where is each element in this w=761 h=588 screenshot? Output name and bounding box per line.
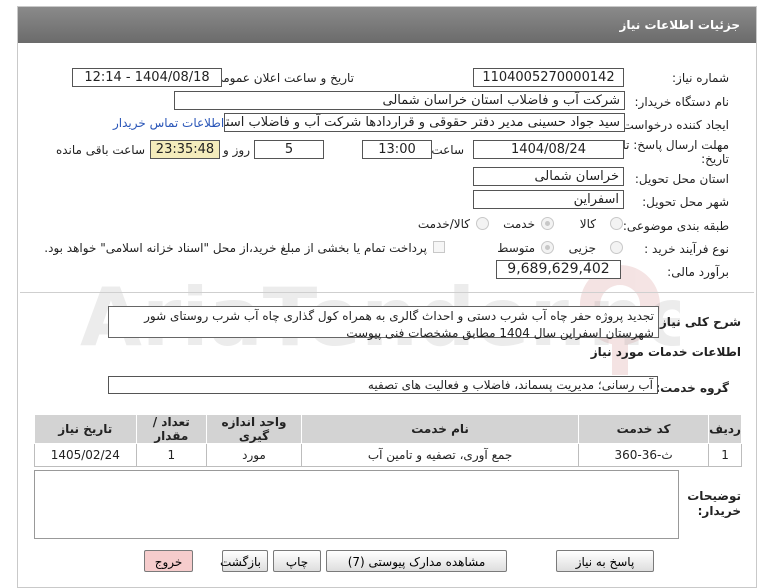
service-group-field: آب رسانی؛ مدیریت پسماند، فاضلاب و فعالیت… xyxy=(108,376,658,394)
category-option-goods: کالا xyxy=(579,217,596,231)
process-radio-medium[interactable] xyxy=(541,241,554,254)
buyer-notes-label: توضیحات xyxy=(687,489,741,503)
process-label: نوع فرآیند خرید : xyxy=(644,242,729,256)
days-field: 5 xyxy=(254,140,324,159)
category-radio-goods-service[interactable] xyxy=(476,217,489,230)
remaining-label: ساعت باقی مانده xyxy=(55,143,145,157)
category-option-service: خدمت xyxy=(503,217,535,231)
requester-field: سید جواد حسینی مدیر دفتر حقوقی و قرارداد… xyxy=(224,113,625,132)
category-option-goods-service: کالا/خدمت xyxy=(417,217,470,231)
description-textarea[interactable]: تجدید پروژه حفر چاه آب شرب دستی و احداث … xyxy=(108,306,659,340)
requester-label: ایجاد کننده درخواست: xyxy=(618,118,729,132)
print-button[interactable]: چاپ xyxy=(273,550,321,572)
process-option-minor: جزیی xyxy=(568,241,596,255)
attachments-button[interactable]: مشاهده مدارک پیوستی (7) xyxy=(326,550,507,572)
need-number-field: 1104005270000142 xyxy=(473,68,624,87)
deadline-label-date: تاریخ: xyxy=(701,152,729,166)
announce-label: تاریخ و ساعت اعلان عمومی: xyxy=(209,71,354,85)
col-service-name: نام خدمت xyxy=(300,414,580,444)
announce-field: 1404/08/18 - 12:14 xyxy=(72,68,222,87)
col-need-date: تاریخ نیاز xyxy=(34,414,137,444)
payment-checkbox[interactable] xyxy=(433,241,445,253)
deadline-label: مهلت ارسال پاسخ: تا xyxy=(622,138,729,152)
category-label: طبقه بندی موضوعی: xyxy=(622,219,729,233)
page-title: جزئیات اطلاعات نیاز xyxy=(18,7,756,43)
province-field: خراسان شمالی xyxy=(473,167,624,186)
deadline-date-field: 1404/08/24 xyxy=(473,140,624,159)
cell-row: 1 xyxy=(708,443,742,467)
services-table: ردیف کد خدمت نام خدمت واحد اندازه گیری ت… xyxy=(34,414,742,467)
category-radio-goods[interactable] xyxy=(610,217,623,230)
exit-button[interactable]: خروج xyxy=(144,550,193,572)
table-row: 1 ث-36-360 جمع آوری، تصفیه و تامین آب مو… xyxy=(34,443,742,467)
city-label: شهر محل تحویل: xyxy=(642,195,729,209)
process-radio-minor[interactable] xyxy=(610,241,623,254)
cell-service-name: جمع آوری، تصفیه و تامین آب xyxy=(300,443,580,467)
services-section-title: اطلاعات خدمات مورد نیاز xyxy=(590,345,741,359)
buyer-org-field: شرکت آب و فاضلاب استان خراسان شمالی xyxy=(174,91,625,110)
cell-unit: مورد xyxy=(205,443,303,467)
cell-service-code: ث-36-360 xyxy=(578,443,710,467)
time-label: ساعت xyxy=(431,143,464,157)
col-row: ردیف xyxy=(708,414,742,444)
days-label: روز و xyxy=(223,143,250,157)
category-radio-service[interactable] xyxy=(541,217,554,230)
divider xyxy=(20,292,754,293)
remaining-time-field: 23:35:48 xyxy=(150,140,220,159)
deadline-time-field: 13:00 xyxy=(362,140,432,159)
cell-need-date: 1405/02/24 xyxy=(34,443,137,467)
table-header-row: ردیف کد خدمت نام خدمت واحد اندازه گیری ت… xyxy=(34,414,742,444)
buyer-notes-textarea[interactable] xyxy=(34,470,679,539)
need-number-label: شماره نیاز: xyxy=(672,71,729,85)
col-quantity: تعداد / مقدار xyxy=(135,414,207,444)
estimate-field: 9,689,629,402 xyxy=(496,260,621,279)
process-option-medium: متوسط xyxy=(497,241,535,255)
buyer-org-label: نام دستگاه خریدار: xyxy=(634,95,730,109)
reply-button[interactable]: پاسخ به نیاز xyxy=(556,550,654,572)
payment-note: پرداخت تمام یا بخشی از مبلغ خرید،از محل … xyxy=(44,241,427,255)
province-label: استان محل تحویل: xyxy=(634,172,729,186)
col-service-code: کد خدمت xyxy=(578,414,710,444)
city-field: اسفراین xyxy=(473,190,624,209)
estimate-label: برآورد مالی: xyxy=(667,265,729,279)
cell-quantity: 1 xyxy=(135,443,207,467)
service-group-label: گروه خدمت: xyxy=(655,381,729,395)
description-label: شرح کلی نیاز: xyxy=(655,315,741,329)
back-button[interactable]: بازگشت xyxy=(220,550,268,572)
col-unit: واحد اندازه گیری xyxy=(205,414,303,444)
buyer-contact-link[interactable]: اطلاعات تماس خریدار xyxy=(113,116,224,130)
buyer-notes-label-2: خریدار: xyxy=(697,504,741,518)
